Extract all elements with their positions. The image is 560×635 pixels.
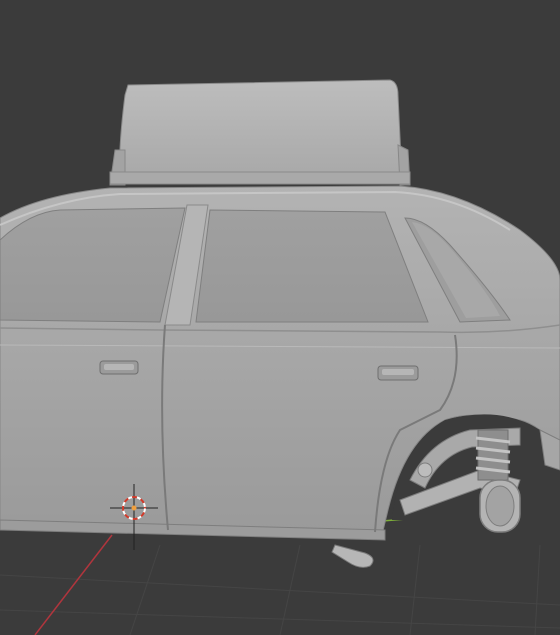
front-door-handle — [377, 365, 419, 381]
rear-door-window — [0, 207, 186, 323]
roof-spoiler — [109, 79, 411, 186]
rear-door-handle — [99, 360, 139, 375]
viewport-canvas[interactable] — [0, 0, 560, 635]
3d-viewport[interactable] — [0, 0, 560, 635]
